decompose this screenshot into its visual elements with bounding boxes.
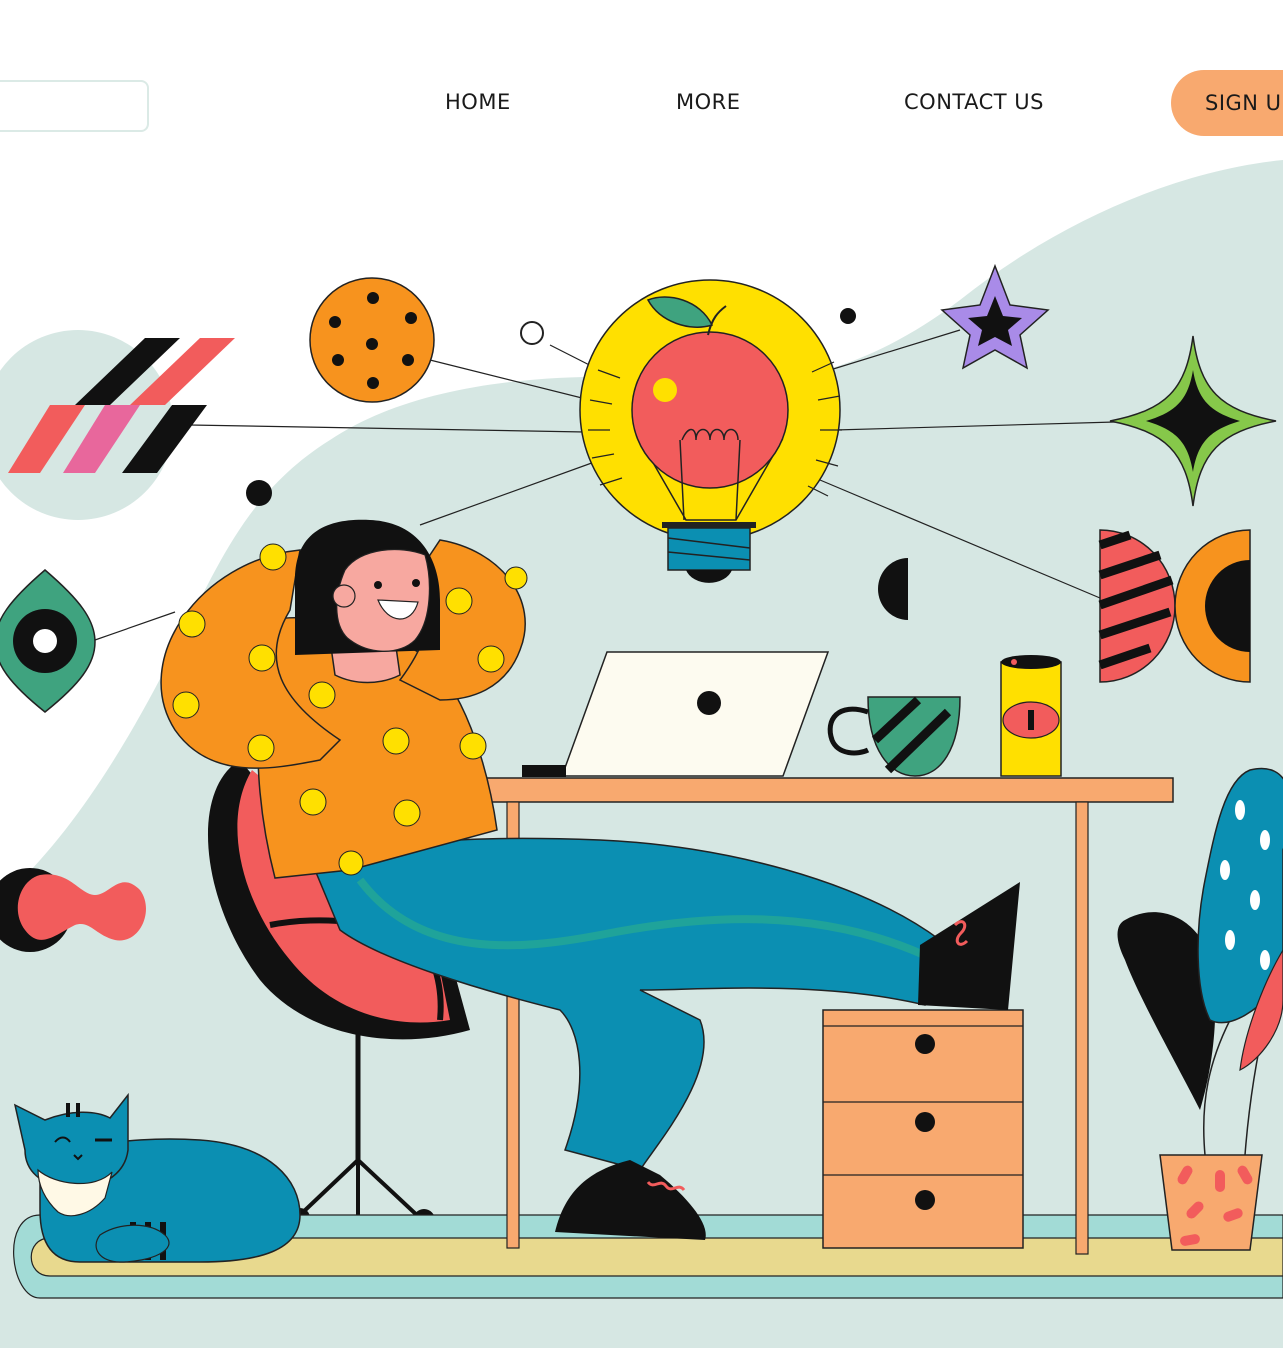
hero-illustration	[0, 160, 1283, 1348]
sign-up-button[interactable]: SIGN UP	[1171, 70, 1283, 136]
dot-outline	[520, 321, 544, 345]
cookie-icon	[309, 277, 435, 403]
nav-link-home[interactable]: HOME	[445, 90, 511, 114]
top-navigation: HOME MORE CONTACT US SIGN UP	[0, 0, 1283, 170]
nav-link-contact[interactable]: CONTACT US	[904, 90, 1044, 114]
can-icon	[1000, 655, 1062, 777]
dot-black	[840, 308, 856, 324]
eye-icon	[0, 569, 96, 713]
nav-link-more[interactable]: MORE	[676, 90, 741, 114]
logo-box[interactable]	[0, 80, 149, 132]
dot-black	[246, 480, 272, 506]
drawer-cabinet	[822, 1009, 1024, 1249]
